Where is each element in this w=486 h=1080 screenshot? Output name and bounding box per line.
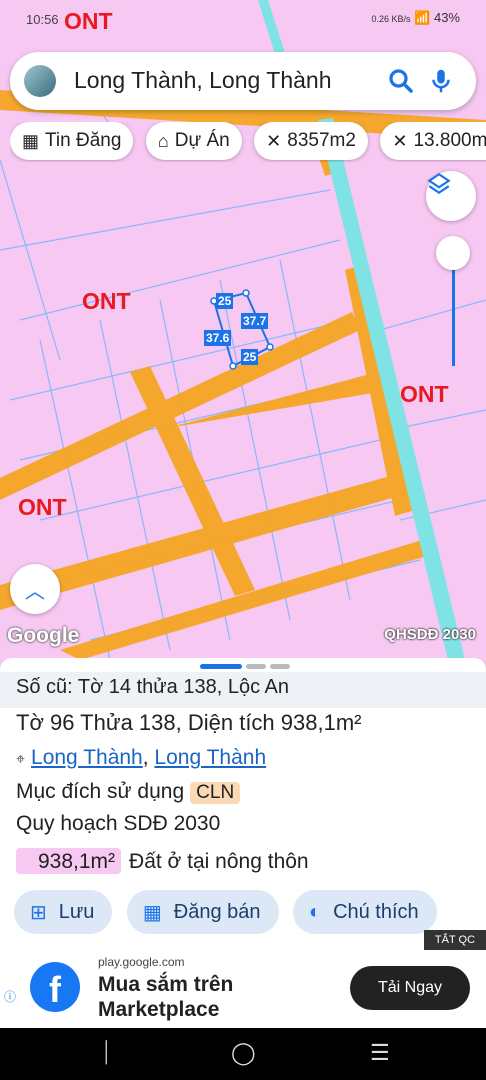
legend-label: Chú thích: [333, 900, 419, 923]
area-description: Đất ở tại nông thôn: [129, 850, 309, 873]
layers-button[interactable]: [426, 171, 476, 221]
recent-apps-icon[interactable]: ⏐: [100, 1040, 112, 1066]
filter-chips: ▦Tin Đăng ⌂Dự Án ✕8357m2 ✕13.800m2: [10, 122, 486, 162]
save-button[interactable]: ⊞ Lưu: [14, 890, 113, 934]
post-sale-button[interactable]: ▦ Đăng bán: [126, 890, 279, 934]
battery-level: 43%: [433, 10, 460, 25]
area-value: 938,1m²: [16, 848, 122, 874]
chip-label: 13.800m2: [413, 130, 486, 151]
plot-dimension-label: 25: [216, 293, 234, 309]
chip-area-filter[interactable]: ✕ 8357m2: [254, 122, 368, 160]
ad-banner[interactable]: ⓘ f play.google.com Mua sắm trên Marketp…: [0, 952, 486, 1028]
wifi-icon: 📶: [414, 10, 431, 25]
zone-label: ONT: [400, 381, 449, 407]
chip-label: 8357m2: [287, 130, 356, 151]
ad-domain: play.google.com: [98, 955, 185, 969]
action-buttons: ⊞ Lưu ▦ Đăng bán ◐ Chú thích: [14, 890, 447, 934]
ruler-icon: ✕: [266, 130, 282, 151]
province-link[interactable]: Long Thành: [154, 746, 266, 769]
system-nav-bar: ⏐ ◯ ☰: [0, 1028, 486, 1080]
table-icon: ▦: [142, 901, 162, 924]
old-parcel-text: Số cũ: Tờ 14 thửa 138, Lộc An: [16, 676, 289, 698]
search-bar[interactable]: Long Thành, Long Thành: [10, 52, 476, 110]
chip-area-filter[interactable]: ✕13.800m2: [380, 122, 486, 160]
parcel-title: Tờ 96 Thửa 138, Diện tích 938,1m²: [16, 710, 362, 735]
chevron-up-icon: ︿: [25, 580, 45, 603]
status-bar: 10:56 0.26 KB/s 📶 43%: [0, 0, 486, 40]
info-sheet: Số cũ: Tờ 14 thửa 138, Lộc An Tờ 96 Thửa…: [0, 658, 486, 952]
opacity-slider-handle[interactable]: [436, 236, 470, 270]
home-icon[interactable]: ◯: [231, 1040, 256, 1066]
chip-du-an[interactable]: ⌂ Dự Án: [145, 122, 242, 160]
purpose-code-badge: CLN: [190, 782, 241, 804]
search-input[interactable]: Long Thành, Long Thành: [74, 67, 332, 94]
facebook-logo-icon: f: [30, 962, 80, 1012]
map-view[interactable]: ONT ONT ONT ONT 25 37.7 37.6 25 10:56 0.…: [0, 0, 486, 660]
ad-title: Mua sắm trên Marketplace: [98, 973, 234, 1021]
plot-dimension-label: 25: [241, 349, 259, 365]
install-button[interactable]: Tải Ngay: [350, 966, 470, 1010]
location-pin-icon: ⌖: [16, 751, 26, 768]
zone-label: ONT: [18, 494, 67, 520]
chip-label: Dự Án: [174, 130, 230, 151]
plan-title: Quy hoạch SDĐ 2030: [16, 812, 221, 835]
ad-info-icon[interactable]: ⓘ: [4, 988, 16, 1005]
status-time: 10:56: [26, 12, 59, 27]
location-separator: ,: [142, 746, 155, 769]
location-row: ⌖ Long Thành, Long Thành: [16, 746, 266, 770]
mic-icon[interactable]: [426, 66, 456, 96]
search-icon[interactable]: [386, 66, 416, 96]
network-speed: 0.26 KB/s: [371, 14, 411, 24]
legend-button[interactable]: ◐ Chú thích: [292, 890, 437, 934]
plan-area-row: 938,1m² Đất ở tại nông thôn: [16, 848, 309, 874]
expand-button[interactable]: ︿: [10, 564, 60, 614]
table-icon: ▦: [22, 130, 40, 151]
house-icon: ⌂: [157, 130, 169, 151]
plan-layer-label: QHSDĐ 2030: [384, 626, 476, 643]
save-label: Lưu: [58, 900, 95, 923]
chip-label: Tin Đăng: [45, 130, 122, 151]
contrast-icon: ◐: [308, 900, 322, 923]
avatar[interactable]: [24, 65, 56, 97]
status-icons: 0.26 KB/s 📶 43%: [372, 10, 461, 26]
layers-icon: [427, 172, 451, 194]
purpose-label: Mục đích sử dụng: [16, 780, 185, 803]
opacity-slider-track[interactable]: [452, 254, 455, 366]
zone-label: ONT: [82, 288, 131, 314]
chip-tin-dang[interactable]: ▦ Tin Đăng: [10, 122, 134, 160]
menu-icon[interactable]: ☰: [370, 1040, 390, 1066]
plot-dimension-label: 37.6: [204, 330, 232, 346]
hide-ad-button[interactable]: TẮT QC: [424, 930, 486, 950]
plot-dimension-label: 37.7: [241, 313, 269, 329]
google-logo: Google: [7, 624, 80, 647]
ruler-icon: ✕: [392, 130, 408, 151]
land-use-purpose: Mục đích sử dụng CLN: [16, 780, 241, 804]
post-sale-label: Đăng bán: [173, 900, 261, 923]
bookmark-add-icon: ⊞: [30, 901, 47, 924]
old-parcel-info: Số cũ: Tờ 14 thửa 138, Lộc An: [0, 672, 486, 708]
district-link[interactable]: Long Thành: [31, 746, 143, 769]
